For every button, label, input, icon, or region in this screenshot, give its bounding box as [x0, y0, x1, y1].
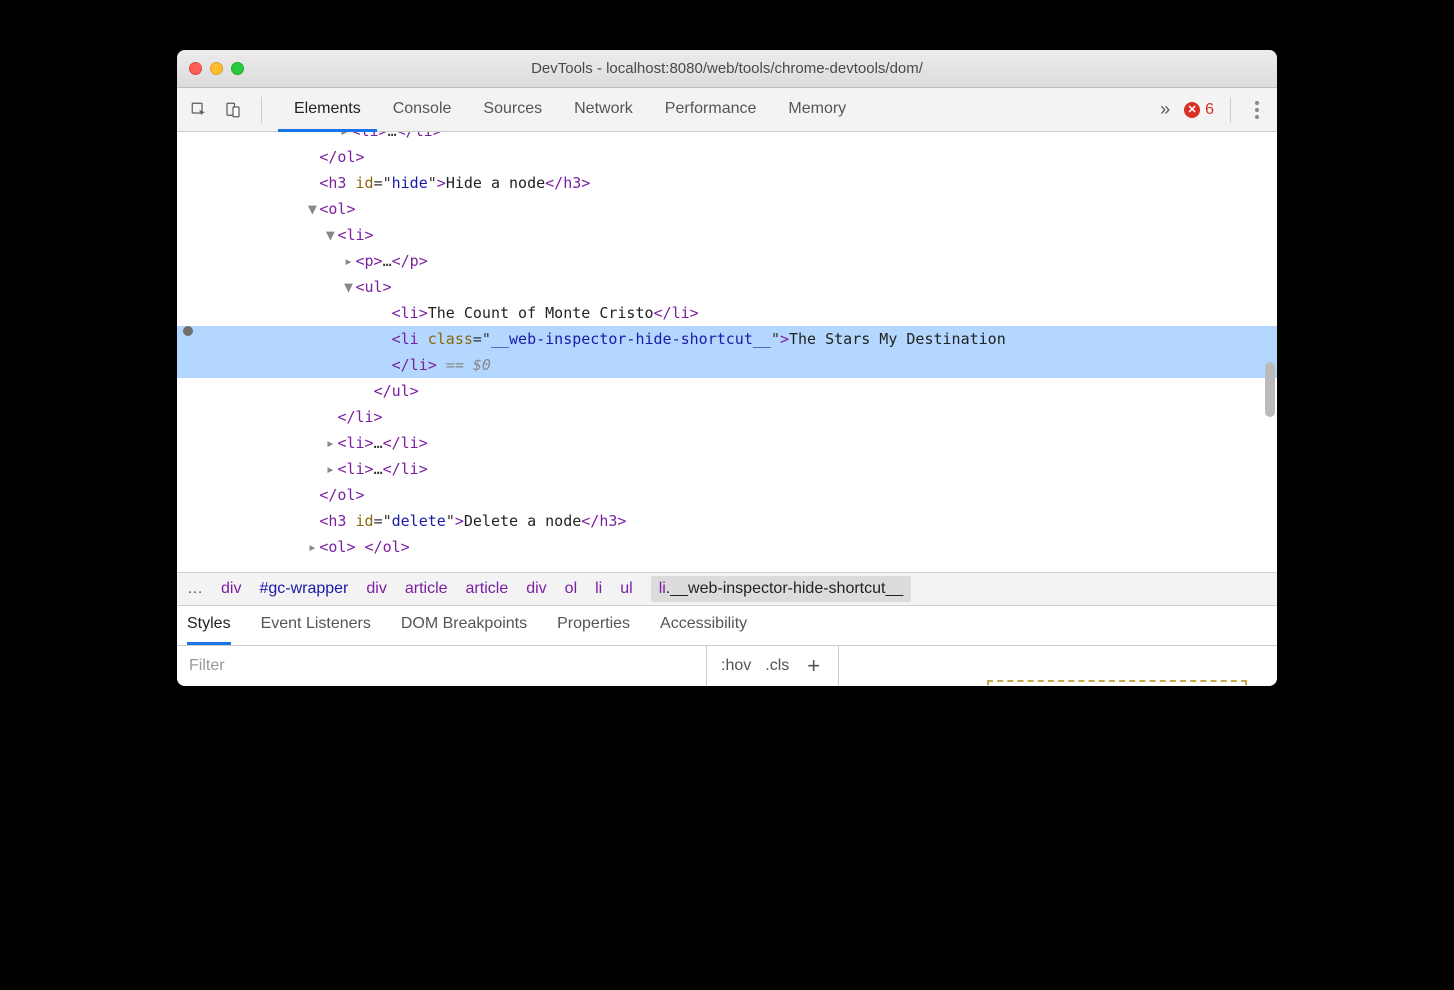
toolbar-separator	[1230, 97, 1231, 123]
breadcrumb-item[interactable]: ol	[565, 580, 577, 598]
tab-sources[interactable]: Sources	[467, 89, 558, 132]
styles-filter-box[interactable]	[177, 646, 707, 686]
styles-filter-row: :hov .cls +	[177, 646, 1277, 686]
dom-tree-line[interactable]: <h3 id="delete">Delete a node</h3>	[177, 508, 1277, 534]
tab-console[interactable]: Console	[377, 89, 468, 132]
dom-tree-line[interactable]: <h3 id="hide">Hide a node</h3>	[177, 170, 1277, 196]
dom-tree-line[interactable]: ▼<li>	[177, 222, 1277, 248]
devtools-window: DevTools - localhost:8080/web/tools/chro…	[177, 50, 1277, 686]
dom-tree-line[interactable]: <li>The Count of Monte Cristo</li>	[177, 300, 1277, 326]
breadcrumb-item[interactable]: …	[187, 580, 203, 598]
breadcrumb-item[interactable]: article	[466, 580, 509, 598]
window-titlebar: DevTools - localhost:8080/web/tools/chro…	[177, 50, 1277, 88]
expand-toggle-icon[interactable]: ▸	[342, 248, 356, 274]
tab-performance[interactable]: Performance	[649, 89, 773, 132]
styles-filter-input[interactable]	[187, 656, 696, 676]
breadcrumb-item[interactable]: div	[366, 580, 386, 598]
dom-tree-line[interactable]: </ol>	[177, 482, 1277, 508]
breadcrumb-item[interactable]: #gc-wrapper	[259, 580, 348, 598]
subtab-event-listeners[interactable]: Event Listeners	[261, 606, 371, 645]
dom-tree-line[interactable]: ▸<li>…</li>	[177, 132, 1277, 144]
breadcrumb-item[interactable]: div	[221, 580, 241, 598]
breadcrumb-item[interactable]: article	[405, 580, 448, 598]
expand-toggle-icon[interactable]: ▸	[305, 534, 319, 560]
traffic-lights	[189, 62, 244, 75]
margin-box-outline	[987, 680, 1247, 686]
dom-breadcrumb: … div #gc-wrapper div article article div olliu…	[177, 572, 1277, 606]
elements-dom-tree[interactable]: ▸<li>…</li> </ol> <h3 id="hide">Hide a n…	[177, 132, 1277, 572]
error-badge[interactable]: ✕ 6	[1184, 101, 1214, 119]
dom-tree-line[interactable]: ▸<li>…</li>	[177, 456, 1277, 482]
breadcrumb-item[interactable]: div	[526, 580, 546, 598]
dom-tree-line[interactable]: ▼<ol>	[177, 196, 1277, 222]
expand-toggle-icon[interactable]: ▼	[323, 222, 337, 248]
box-model-preview	[839, 646, 1277, 686]
breadcrumb-item[interactable]: li.__web-inspector-hide-shortcut__	[651, 576, 912, 602]
breadcrumb-item[interactable]: ul	[620, 580, 632, 598]
subtab-accessibility[interactable]: Accessibility	[660, 606, 747, 645]
dom-tree-line[interactable]: ▼<ul>	[177, 274, 1277, 300]
cls-toggle[interactable]: .cls	[765, 657, 789, 675]
expand-toggle-icon[interactable]: ▼	[342, 274, 356, 300]
expand-toggle-icon[interactable]: ▸	[323, 456, 337, 482]
hidden-node-indicator-icon	[183, 326, 193, 336]
toolbar-separator	[261, 97, 262, 123]
subtab-dom-breakpoints[interactable]: DOM Breakpoints	[401, 606, 527, 645]
dom-tree-line[interactable]: <li class="__web-inspector-hide-shortcut…	[177, 326, 1277, 352]
dom-tree-line[interactable]: ▸<ol> </ol>	[177, 534, 1277, 560]
subtab-properties[interactable]: Properties	[557, 606, 630, 645]
dom-tree-line[interactable]: ▸<p>…</p>	[177, 248, 1277, 274]
dom-tree-line[interactable]: </li> == $0	[177, 352, 1277, 378]
device-toolbar-icon[interactable]	[221, 98, 245, 122]
settings-menu-icon[interactable]	[1247, 101, 1267, 119]
dom-tree-line[interactable]: ▸<li>…</li>	[177, 430, 1277, 456]
close-icon[interactable]	[189, 62, 202, 75]
hov-toggle[interactable]: :hov	[721, 657, 751, 675]
dom-tree-line[interactable]: </ul>	[177, 378, 1277, 404]
styles-subtabs: Styles Event Listeners DOM Breakpoints P…	[177, 606, 1277, 646]
dom-tree-line[interactable]: </li>	[177, 404, 1277, 430]
zoom-icon[interactable]	[231, 62, 244, 75]
error-count: 6	[1205, 101, 1214, 119]
breadcrumb-item[interactable]: li	[595, 580, 602, 598]
new-style-rule-icon[interactable]: +	[803, 653, 824, 679]
subtab-styles[interactable]: Styles	[187, 606, 231, 645]
dom-tree-line[interactable]: </ol>	[177, 144, 1277, 170]
error-icon: ✕	[1184, 102, 1200, 118]
main-tabs: Elements Console Sources Network Perform…	[278, 88, 1146, 131]
more-tabs-icon[interactable]: »	[1156, 99, 1174, 120]
scrollbar-thumb[interactable]	[1265, 362, 1275, 417]
styles-toggle-chips: :hov .cls +	[707, 646, 839, 686]
window-title: DevTools - localhost:8080/web/tools/chro…	[177, 60, 1277, 77]
tab-memory[interactable]: Memory	[772, 89, 862, 132]
minimize-icon[interactable]	[210, 62, 223, 75]
inspect-element-icon[interactable]	[187, 98, 211, 122]
toolbar-right: » ✕ 6	[1156, 97, 1267, 123]
tab-elements[interactable]: Elements	[278, 89, 377, 132]
expand-toggle-icon[interactable]: ▼	[305, 196, 319, 222]
main-toolbar: Elements Console Sources Network Perform…	[177, 88, 1277, 132]
tab-network[interactable]: Network	[558, 89, 649, 132]
expand-toggle-icon[interactable]: ▸	[323, 430, 337, 456]
